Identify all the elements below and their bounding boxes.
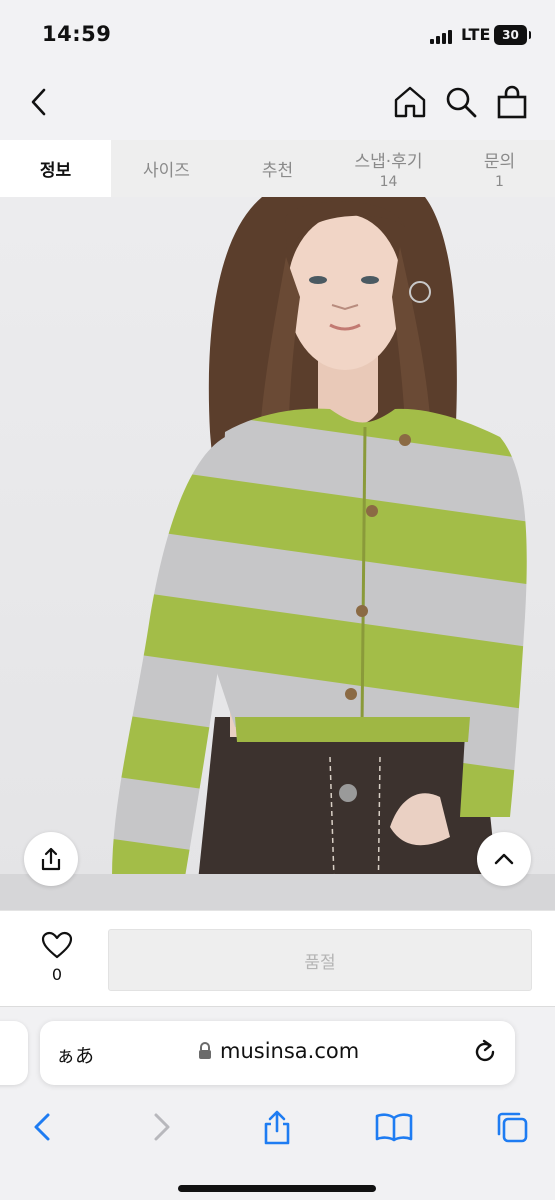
like-count: 0 (51, 965, 63, 984)
previous-tab-card[interactable] (0, 1021, 28, 1085)
product-image[interactable] (0, 197, 555, 910)
share-button[interactable] (24, 832, 78, 886)
lock-icon (199, 1042, 211, 1059)
tab-label: 문의 (483, 152, 516, 172)
network-label: LTE (461, 25, 491, 44)
battery-icon: 30 (494, 25, 531, 45)
tab-label: 스냅·후기 (354, 152, 423, 172)
browser-toolbar: ぁあ musinsa.com (0, 1006, 555, 1200)
chevron-left-icon[interactable] (22, 84, 58, 120)
status-time: 14:59 (42, 22, 112, 46)
floor-strip (0, 874, 555, 910)
search-icon[interactable] (443, 84, 479, 120)
tab-inquiry[interactable]: 문의 1 (444, 140, 555, 197)
address-bar[interactable]: ぁあ musinsa.com (40, 1021, 515, 1085)
tabs-icon (497, 1112, 528, 1143)
tab-size[interactable]: 사이즈 (111, 140, 222, 197)
app-header (0, 66, 555, 140)
reload-icon[interactable] (471, 1037, 499, 1067)
shopping-bag-icon[interactable] (494, 84, 530, 120)
tab-label: 추천 (261, 161, 294, 181)
chevron-up-icon (494, 853, 514, 865)
product-tabs: 정보 사이즈 추천 스냅·후기 14 문의 1 (0, 140, 555, 197)
bookmarks-button[interactable] (374, 1107, 414, 1147)
status-bar: 14:59 LTE 30 (0, 0, 555, 66)
purchase-bar: 0 품절 (0, 910, 555, 1006)
soldout-button[interactable]: 품절 (108, 929, 532, 991)
heart-icon (41, 931, 73, 959)
chevron-left-icon (34, 1113, 50, 1141)
signal-icon (430, 29, 456, 44)
share-icon (41, 847, 61, 871)
share-icon (264, 1110, 290, 1145)
tab-count: 1 (495, 174, 504, 190)
like-button[interactable]: 0 (36, 931, 78, 984)
tab-label: 정보 (39, 161, 72, 181)
tabs-button[interactable] (492, 1107, 532, 1147)
home-icon[interactable] (392, 84, 428, 120)
browser-forward-button[interactable] (142, 1107, 182, 1147)
browser-share-button[interactable] (257, 1107, 297, 1147)
tab-info[interactable]: 정보 (0, 140, 111, 197)
tab-recommend[interactable]: 추천 (222, 140, 333, 197)
url-text: musinsa.com (220, 1039, 360, 1063)
text-size-button[interactable]: ぁあ (56, 1041, 94, 1068)
home-indicator (178, 1185, 376, 1192)
scroll-top-button[interactable] (477, 832, 531, 886)
tab-snap-review[interactable]: 스냅·후기 14 (333, 140, 444, 197)
browser-back-button[interactable] (22, 1107, 62, 1147)
book-icon (375, 1113, 413, 1142)
tab-count: 14 (379, 174, 398, 190)
chevron-right-icon (154, 1113, 170, 1141)
tab-label: 사이즈 (143, 161, 190, 181)
url-display[interactable]: musinsa.com (198, 1039, 359, 1063)
model-illustration (112, 197, 527, 910)
